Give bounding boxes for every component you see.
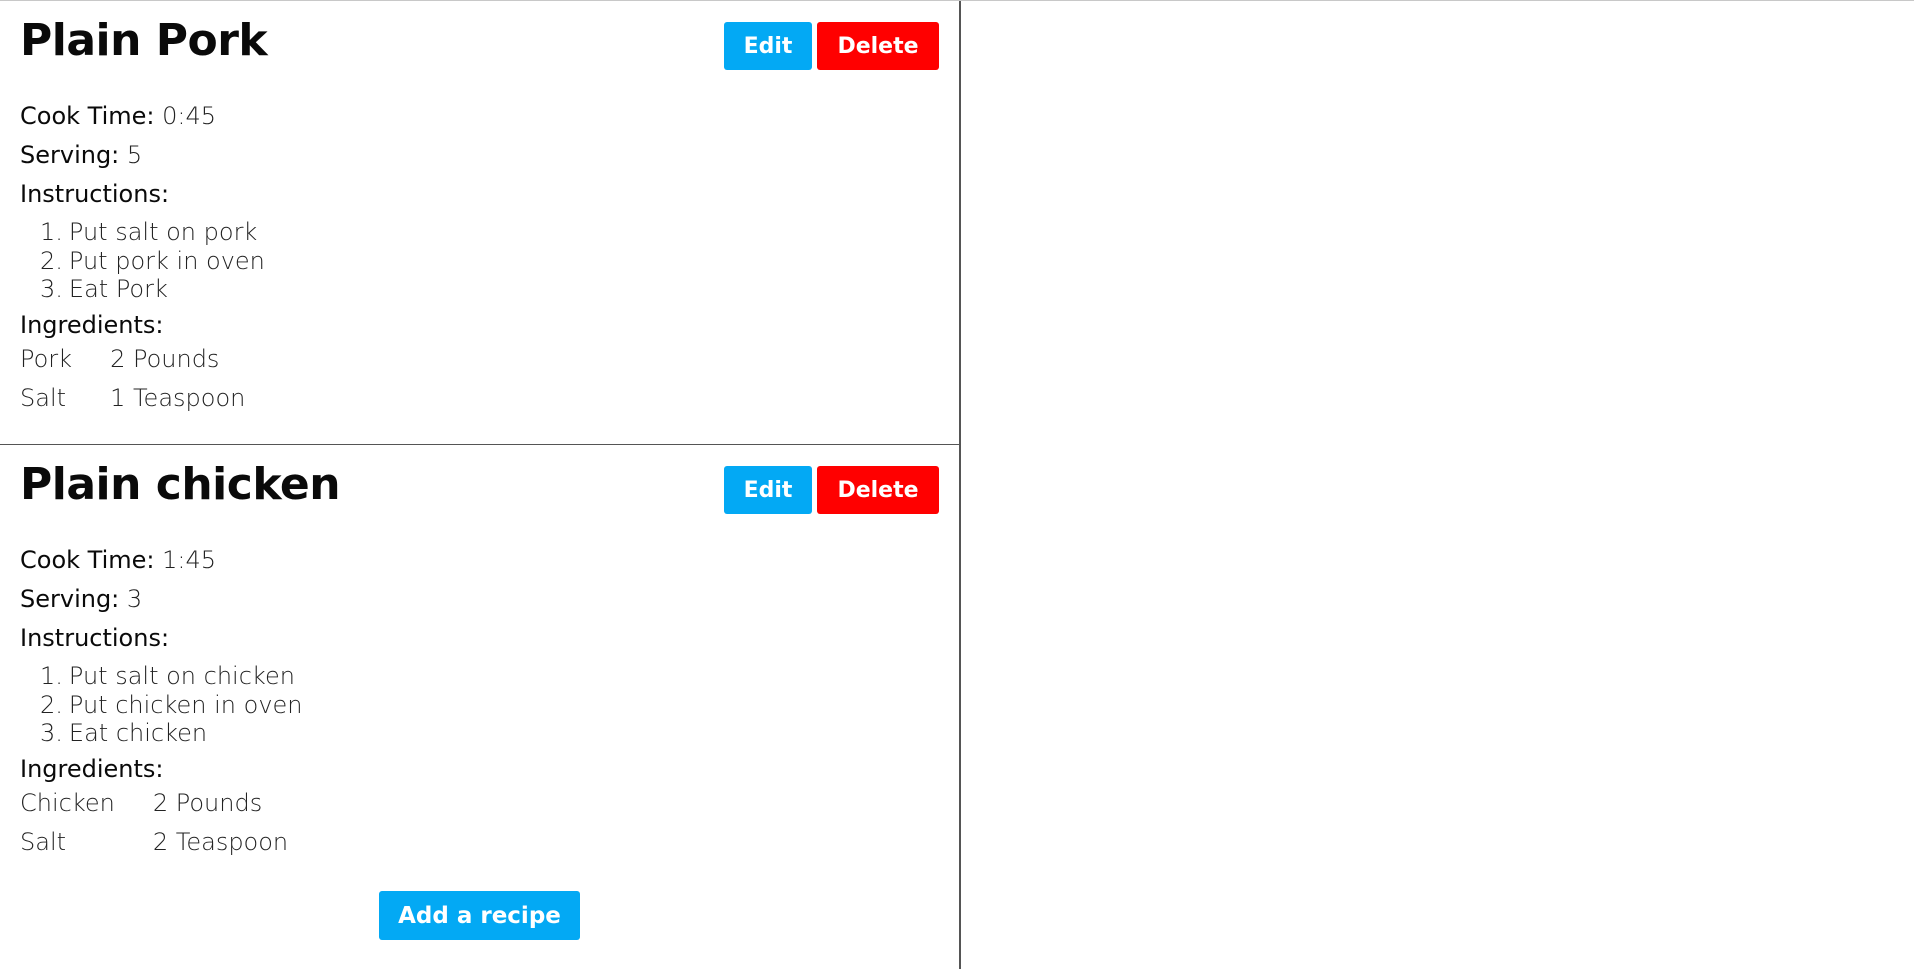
- serving-value: 5: [126, 141, 143, 169]
- ingredient-name: Salt: [20, 827, 67, 856]
- instruction-item: 3. Eat chicken: [40, 719, 303, 748]
- ingredient-row: Salt 2 Teaspoon: [20, 823, 288, 862]
- serving-label: Serving:: [20, 141, 120, 169]
- ingredients-row: Ingredients:: [20, 754, 303, 784]
- cook-time-row: Cook Time: 1:45: [20, 541, 303, 580]
- cook-time-label: Cook Time:: [20, 546, 155, 574]
- ingredient-amount: 1 Teaspoon: [110, 383, 246, 412]
- serving-value: 3: [126, 585, 143, 613]
- instruction-number: 1.: [40, 218, 63, 246]
- instruction-number: 3.: [40, 719, 63, 747]
- ingredient-amount: 2 Pounds: [110, 344, 220, 373]
- instructions-label: Instructions:: [20, 624, 170, 652]
- instruction-item: 1. Put salt on pork: [40, 218, 265, 247]
- instructions-label: Instructions:: [20, 180, 170, 208]
- instructions-list: 1. Put salt on pork 2. Put pork in oven 3.…: [20, 218, 265, 304]
- serving-row: Serving: 5: [20, 136, 265, 175]
- ingredient-name: Pork: [20, 344, 73, 373]
- ingredients-table: Chicken 2 Pounds Salt 2 Teaspoon: [20, 784, 288, 862]
- instruction-item: 2. Put pork in oven: [40, 247, 265, 276]
- edit-button[interactable]: Edit: [724, 22, 812, 70]
- instruction-item: 2. Put chicken in oven: [40, 691, 303, 720]
- instruction-number: 2.: [40, 690, 63, 719]
- recipe-list-panel: Plain Pork Edit Delete Cook Time: 0:45 S…: [0, 1, 961, 969]
- recipe-title: Plain chicken: [20, 459, 341, 510]
- instruction-number: 2.: [40, 246, 63, 275]
- instruction-item: 1. Put salt on chicken: [40, 662, 303, 691]
- instruction-number: 3.: [40, 275, 63, 303]
- cook-time-label: Cook Time:: [20, 102, 155, 130]
- instructions-row: Instructions:: [20, 619, 303, 658]
- recipe-actions: Edit Delete: [724, 466, 939, 514]
- instructions-row: Instructions:: [20, 175, 265, 214]
- cook-time-row: Cook Time: 0:45: [20, 97, 265, 136]
- instruction-text: Put chicken in oven: [68, 690, 303, 719]
- edit-button[interactable]: Edit: [724, 466, 812, 514]
- ingredients-table: Pork 2 Pounds Salt 1 Teaspoon: [20, 340, 245, 418]
- instruction-text: Put salt on chicken: [68, 662, 295, 690]
- recipe-card: Plain chicken Edit Delete Cook Time: 1:4…: [0, 445, 959, 889]
- instruction-text: Put salt on pork: [68, 218, 258, 246]
- instruction-text: Eat chicken: [68, 719, 208, 747]
- delete-button[interactable]: Delete: [817, 466, 939, 514]
- add-recipe-button[interactable]: Add a recipe: [379, 891, 580, 940]
- ingredient-row: Pork 2 Pounds: [20, 340, 245, 379]
- instruction-item: 3. Eat Pork: [40, 275, 265, 304]
- ingredient-amount: 2 Pounds: [152, 788, 263, 817]
- instruction-text: Put pork in oven: [68, 246, 265, 275]
- serving-label: Serving:: [20, 585, 120, 613]
- ingredients-row: Ingredients:: [20, 310, 265, 340]
- cook-time-value: 0:45: [162, 102, 217, 130]
- ingredients-label: Ingredients:: [20, 310, 164, 339]
- ingredient-name: Chicken: [20, 788, 115, 817]
- instruction-text: Eat Pork: [68, 275, 168, 303]
- recipe-details: Cook Time: 1:45 Serving: 3 Instructions:…: [20, 541, 303, 862]
- add-recipe-container: Add a recipe: [0, 891, 959, 940]
- ingredient-amount: 2 Teaspoon: [152, 827, 289, 856]
- instruction-number: 1.: [40, 662, 63, 690]
- ingredient-name: Salt: [20, 383, 67, 412]
- recipe-page: Plain Pork Edit Delete Cook Time: 0:45 S…: [0, 0, 1914, 969]
- recipe-title: Plain Pork: [20, 15, 268, 66]
- recipe-details: Cook Time: 0:45 Serving: 5 Instructions:…: [20, 97, 265, 418]
- ingredient-row: Chicken 2 Pounds: [20, 784, 288, 823]
- recipe-actions: Edit Delete: [724, 22, 939, 70]
- recipe-card: Plain Pork Edit Delete Cook Time: 0:45 S…: [0, 1, 959, 445]
- ingredient-row: Salt 1 Teaspoon: [20, 379, 245, 418]
- serving-row: Serving: 3: [20, 580, 303, 619]
- cook-time-value: 1:45: [162, 546, 217, 574]
- delete-button[interactable]: Delete: [817, 22, 939, 70]
- instructions-list: 1. Put salt on chicken 2. Put chicken in o…: [20, 662, 303, 748]
- ingredients-label: Ingredients:: [20, 754, 164, 783]
